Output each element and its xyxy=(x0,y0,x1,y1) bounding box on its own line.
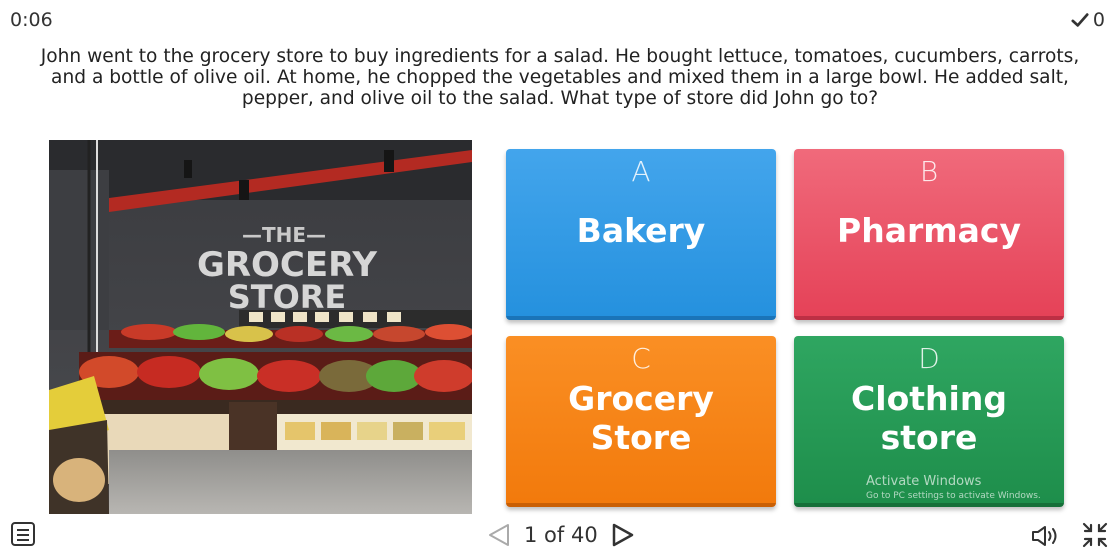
speaker-icon[interactable] xyxy=(1030,524,1062,548)
answer-text: Pharmacy xyxy=(837,211,1021,250)
grocery-store-photo: —THE— GROCERY STORE xyxy=(49,140,472,514)
answer-option-b[interactable]: B Pharmacy xyxy=(794,149,1064,320)
sign-line-1: —THE— xyxy=(242,223,326,247)
pagination: 1 of 40 xyxy=(484,520,638,550)
answer-letter: D xyxy=(918,342,940,375)
answer-letter: A xyxy=(631,155,651,188)
answer-letter: C xyxy=(631,342,651,375)
score-value: 0 xyxy=(1092,9,1105,31)
next-arrow-icon[interactable] xyxy=(608,521,638,549)
menu-icon[interactable] xyxy=(11,522,35,546)
question-text: John went to the grocery store to buy in… xyxy=(40,46,1080,109)
answer-text: Clothing store xyxy=(851,379,1007,457)
score-display: 0 xyxy=(1071,9,1105,31)
page-indicator: 1 of 40 xyxy=(524,523,598,547)
watermark-line-2: Go to PC settings to activate Windows. xyxy=(866,491,1041,501)
exit-fullscreen-icon[interactable] xyxy=(1080,521,1110,549)
answer-letter: B xyxy=(919,155,939,188)
answer-text: Bakery xyxy=(576,211,706,250)
checkmark-icon xyxy=(1071,13,1089,27)
previous-arrow-icon[interactable] xyxy=(484,521,514,549)
answer-option-c[interactable]: C Grocery Store xyxy=(506,336,776,507)
windows-activation-watermark: Activate Windows Go to PC settings to ac… xyxy=(866,474,1041,502)
timer: 0:06 xyxy=(10,9,53,31)
answer-text: Grocery Store xyxy=(568,379,714,457)
answer-option-a[interactable]: A Bakery xyxy=(506,149,776,320)
watermark-line-1: Activate Windows xyxy=(866,474,982,489)
question-image: —THE— GROCERY STORE xyxy=(49,140,472,514)
